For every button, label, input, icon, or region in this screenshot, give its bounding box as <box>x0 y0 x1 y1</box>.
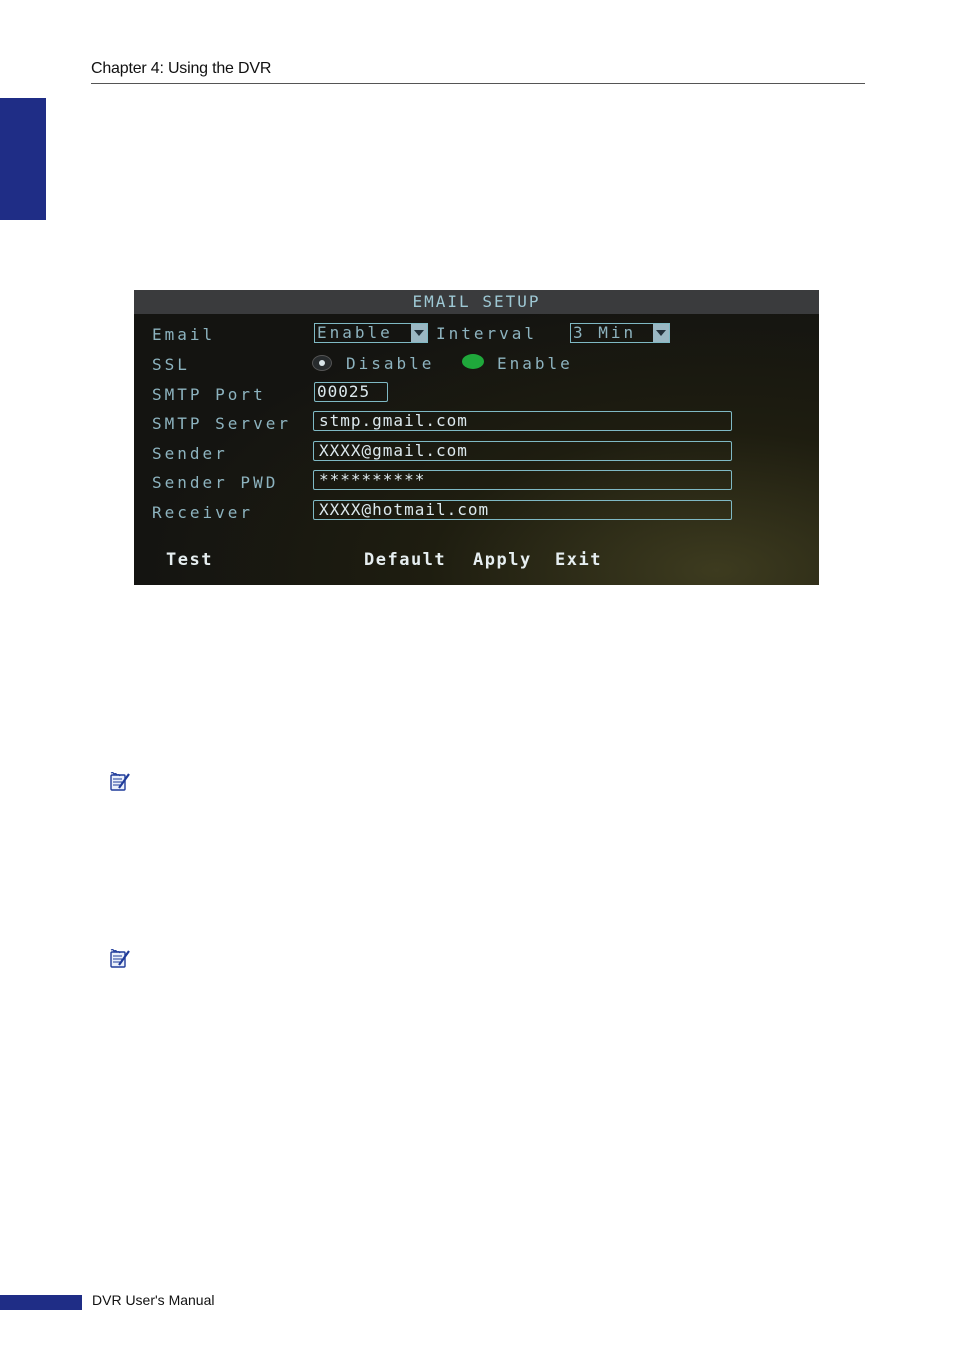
ssl-disable-radio[interactable] <box>312 355 332 371</box>
smtp-port-field[interactable]: 00025 <box>314 382 388 402</box>
footer-bar <box>0 1295 82 1310</box>
sender-pwd-label: Sender PWD <box>152 473 279 492</box>
smtp-server-field[interactable]: stmp.gmail.com <box>313 411 732 431</box>
test-button[interactable]: Test <box>166 550 213 570</box>
chapter-side-tab <box>0 98 46 220</box>
header-divider <box>91 83 865 84</box>
email-setup-title: EMAIL SETUP <box>134 290 819 314</box>
exit-button[interactable]: Exit <box>555 550 602 570</box>
interval-label: Interval <box>436 324 538 343</box>
ssl-disable-label: Disable <box>346 354 435 373</box>
ssl-enable-label: Enable <box>497 354 573 373</box>
email-enable-value: Enable <box>317 323 393 342</box>
apply-button[interactable]: Apply <box>473 550 532 570</box>
chevron-down-icon <box>411 324 427 342</box>
email-setup-screen: EMAIL SETUP Email Enable Interval 3 Min … <box>134 290 819 585</box>
sender-label: Sender <box>152 444 228 463</box>
interval-dropdown[interactable]: 3 Min <box>570 323 670 343</box>
ssl-enable-radio[interactable] <box>462 354 484 369</box>
receiver-label: Receiver <box>152 503 254 522</box>
email-enable-dropdown[interactable]: Enable <box>314 323 428 343</box>
email-label: Email <box>152 325 216 344</box>
sender-pwd-field[interactable]: ********** <box>313 470 732 490</box>
footer-title: DVR User's Manual <box>92 1292 215 1308</box>
note-icon <box>110 949 130 968</box>
default-button[interactable]: Default <box>364 550 446 570</box>
smtp-port-label: SMTP Port <box>152 385 266 404</box>
interval-value: 3 Min <box>573 323 637 342</box>
receiver-field[interactable]: XXXX@hotmail.com <box>313 500 732 520</box>
sender-field[interactable]: XXXX@gmail.com <box>313 441 732 461</box>
ssl-label: SSL <box>152 355 190 374</box>
smtp-server-label: SMTP Server <box>152 414 291 433</box>
chapter-header: Chapter 4: Using the DVR <box>91 60 272 77</box>
chevron-down-icon <box>653 324 669 342</box>
note-icon <box>110 772 130 791</box>
